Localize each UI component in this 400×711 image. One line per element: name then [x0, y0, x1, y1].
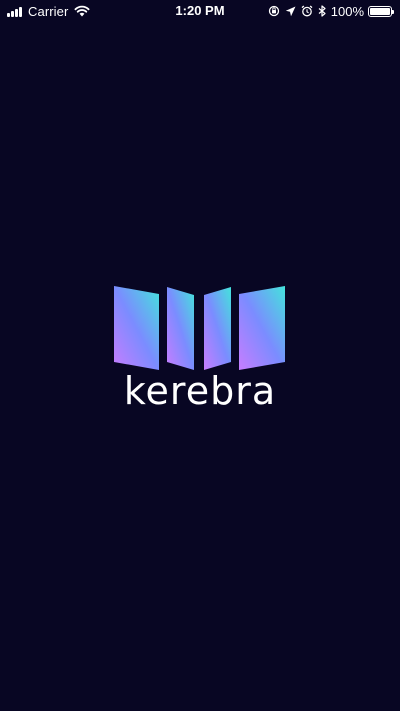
carrier-label: Carrier	[28, 3, 69, 19]
status-bar: Carrier 1:20 PM 100%	[0, 0, 400, 22]
bluetooth-icon	[318, 5, 326, 17]
logo-panel-1	[114, 286, 159, 370]
location-arrow-icon	[285, 6, 296, 16]
logo-panel-2	[167, 287, 194, 370]
battery-icon	[368, 5, 394, 17]
wifi-icon	[74, 5, 90, 17]
logo-panels	[114, 286, 285, 370]
status-bar-left: Carrier	[7, 3, 90, 19]
status-bar-right: 100%	[268, 3, 394, 19]
app-name-wordmark: kerebra	[123, 369, 277, 413]
alarm-icon	[301, 5, 313, 17]
book-panels-logo-icon	[114, 286, 285, 370]
orientation-lock-icon	[268, 5, 279, 17]
splash-logo: kerebra	[113, 286, 287, 410]
battery-level	[370, 7, 390, 15]
battery-percent: 100%	[330, 3, 364, 19]
logo-panel-4	[239, 286, 285, 370]
signal-icon	[7, 6, 23, 17]
logo-panel-3	[204, 287, 231, 370]
